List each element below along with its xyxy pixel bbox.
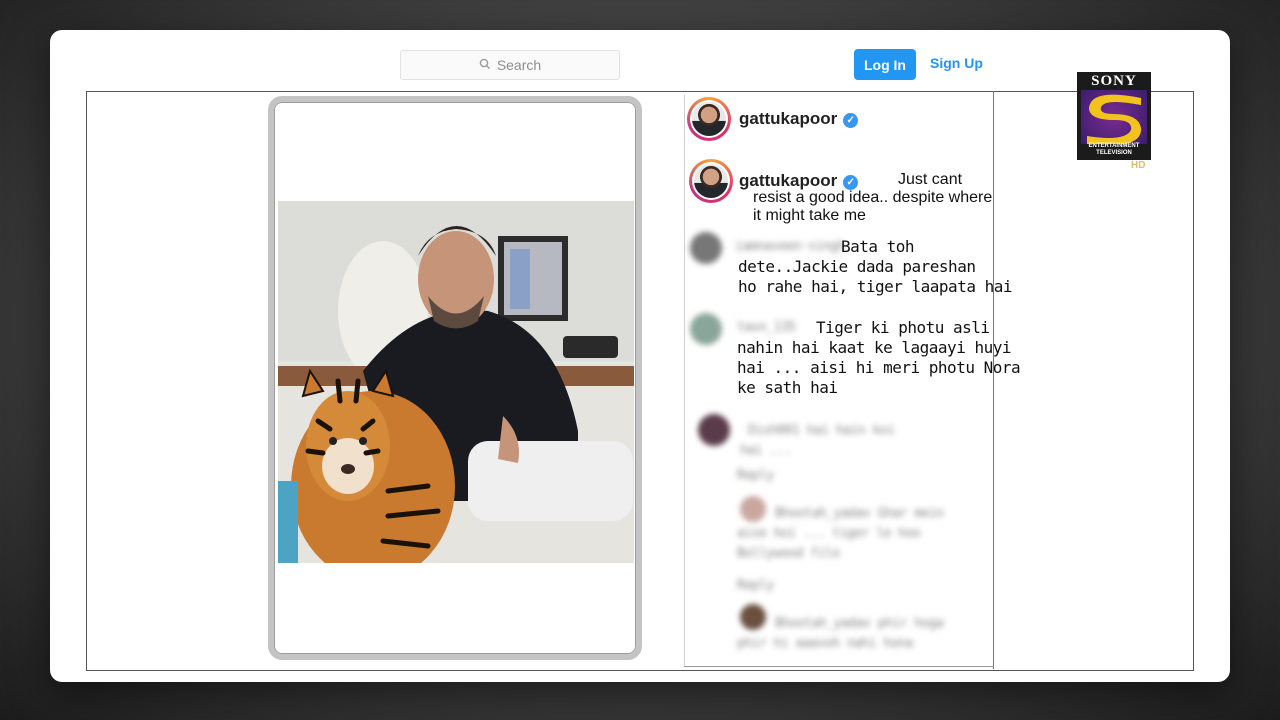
reply-link[interactable]: Reply [737, 466, 774, 486]
panel-bottom-border [684, 666, 994, 667]
comment-line: hai ... aisi hi meri photu Nora [737, 358, 1021, 377]
channel-logo-subtitle: ENTERTAINMENT TELEVISION [1088, 143, 1140, 156]
reply-link[interactable]: Reply [737, 576, 774, 596]
blurred-comment: Bhootah_yadav Ghar mein [775, 506, 944, 521]
commenter-avatar[interactable] [690, 313, 722, 345]
avatar-image [694, 164, 728, 198]
comment-line: Tiger ki photu asli [816, 318, 990, 337]
commenter-username[interactable]: iamnaveen·singh [735, 237, 845, 257]
channel-hd-badge: HD [1131, 160, 1146, 171]
commenter-username[interactable]: tavn_135 [737, 318, 796, 338]
comment-line: Bata toh [841, 237, 915, 256]
blurred-comment: Bollywood filo [737, 546, 840, 561]
channel-logo-name: SONY [1091, 73, 1137, 89]
caption-avatar[interactable] [689, 159, 733, 203]
profile-username[interactable]: gattukapoor ✓ [739, 109, 859, 129]
search-icon [479, 57, 491, 73]
post-caption: Just cant resist a good idea.. despite w… [753, 171, 993, 224]
comment-line: dete..Jackie dada pareshan [738, 257, 976, 276]
commenter-avatar[interactable] [740, 496, 766, 522]
commenter-avatar[interactable] [698, 414, 730, 446]
username-link[interactable]: gattukapoor [739, 109, 837, 128]
verified-badge-icon: ✓ [843, 113, 859, 128]
search-input[interactable]: Search [400, 50, 620, 80]
blurred-comment: hai ... [740, 443, 792, 458]
search-placeholder: Search [496, 57, 542, 73]
comment-line: ho rahe hai, tiger laapata hai [738, 277, 1012, 296]
blurred-comment: aise hoi ... tiger le hoo [737, 526, 921, 541]
blurred-comment: phir hi aaavoh nahi hona [737, 636, 913, 651]
login-button[interactable]: Log In [854, 49, 916, 80]
comment-line: nahin hai kaat ke lagaayi huyi [737, 338, 1011, 357]
commenter-avatar[interactable] [690, 232, 722, 264]
signup-link[interactable]: Sign Up [930, 55, 983, 71]
panel-divider [684, 95, 685, 667]
profile-avatar[interactable] [687, 97, 731, 141]
commenter-avatar[interactable] [740, 604, 766, 630]
comment-line: ke sath hai [737, 378, 838, 397]
avatar-image [692, 102, 726, 136]
blurred-comment: Dish001 hai hain koi [748, 423, 895, 438]
channel-logo: SONY ENTERTAINMENT TELEVISION [1077, 72, 1151, 160]
blurred-comment: Bhootah_yadav phir hoga [775, 616, 944, 631]
sony-s-logo-icon [1081, 90, 1147, 144]
post-photo[interactable] [278, 201, 634, 563]
